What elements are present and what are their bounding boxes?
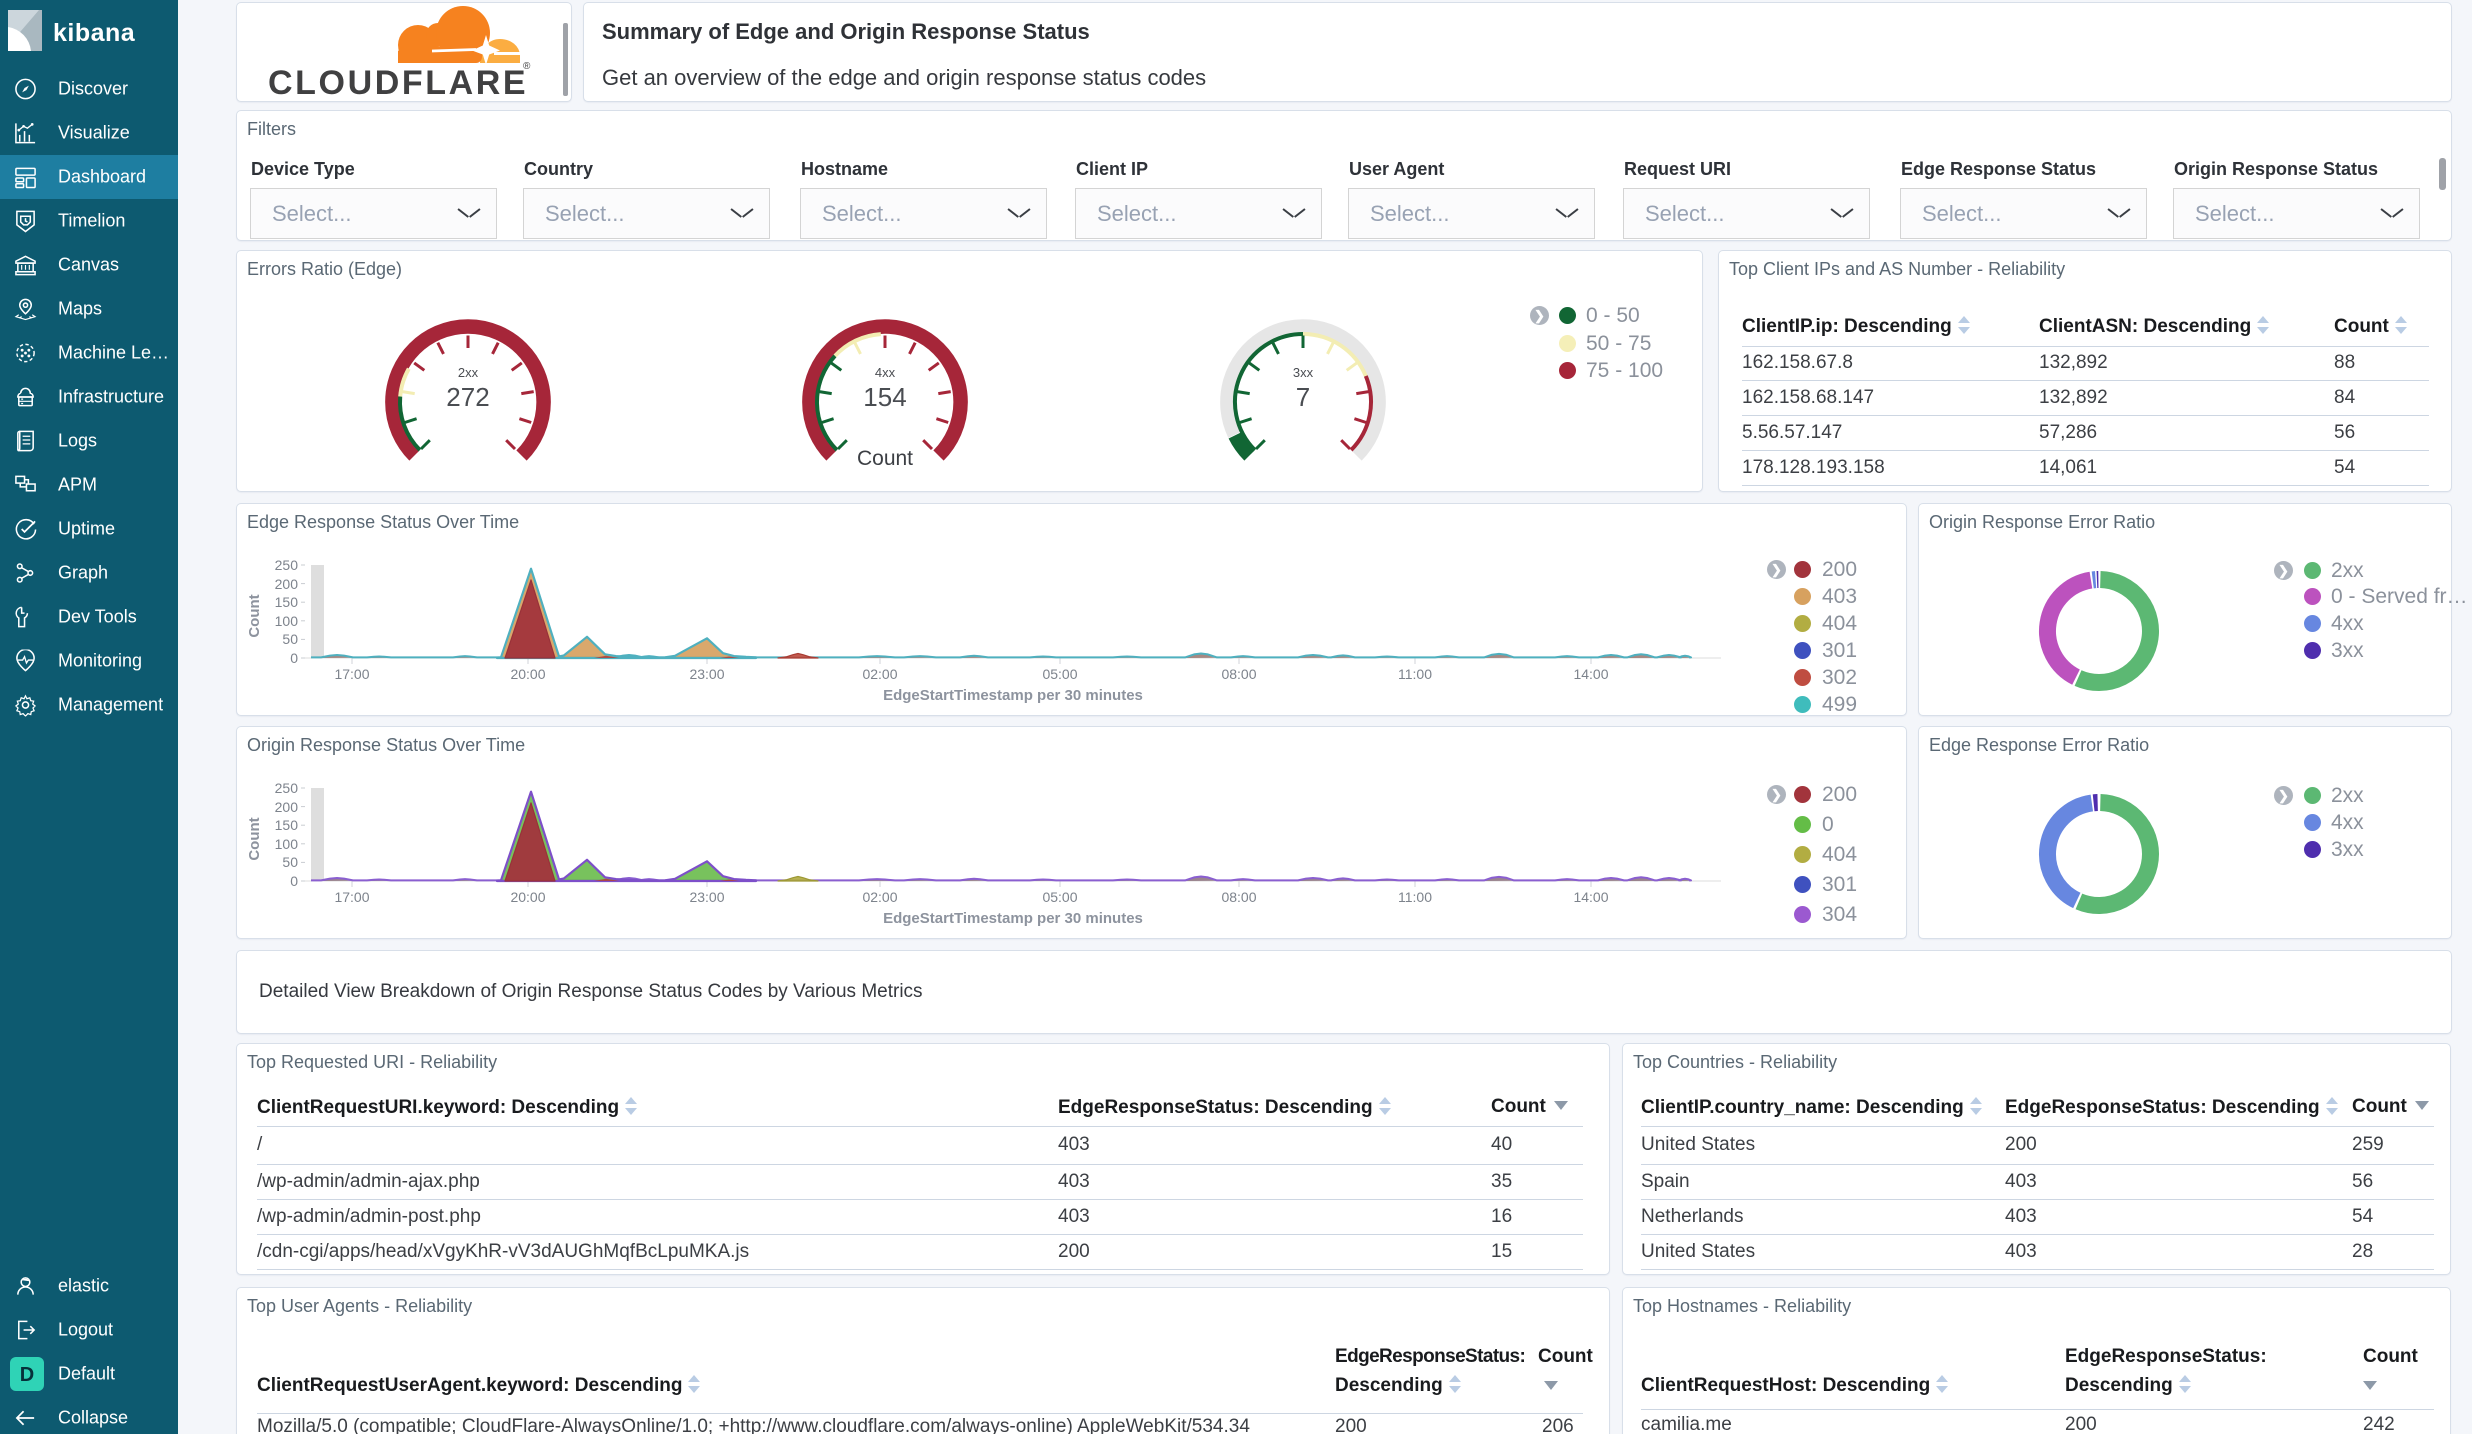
svg-text:EdgeStartTimestamp per 30 minu: EdgeStartTimestamp per 30 minutes [883,910,1143,927]
svg-text:17:00: 17:00 [334,889,369,905]
svg-text:11:00: 11:00 [1398,666,1432,682]
svg-text:200: 200 [275,576,299,592]
svg-text:0: 0 [290,873,298,889]
svg-text:50: 50 [282,854,298,870]
svg-text:05:00: 05:00 [1042,889,1077,905]
svg-text:200: 200 [275,799,299,815]
svg-text:50: 50 [282,631,298,647]
svg-text:08:00: 08:00 [1221,889,1256,905]
svg-text:20:00: 20:00 [510,666,545,682]
svg-text:20:00: 20:00 [510,889,545,905]
svg-text:CLOUDFLARE: CLOUDFLARE [268,64,528,99]
svg-text:®: ® [523,61,531,72]
svg-text:17:00: 17:00 [334,666,369,682]
svg-text:08:00: 08:00 [1221,666,1256,682]
svg-text:02:00: 02:00 [862,889,897,905]
svg-text:100: 100 [275,613,299,629]
svg-text:250: 250 [275,557,299,573]
svg-text:Count: Count [246,817,263,860]
svg-text:250: 250 [275,780,299,796]
svg-text:150: 150 [275,817,299,833]
svg-text:D: D [20,1364,34,1386]
svg-text:14:00: 14:00 [1573,889,1608,905]
svg-text:11:00: 11:00 [1398,889,1432,905]
svg-text:05:00: 05:00 [1042,666,1077,682]
svg-text:150: 150 [275,594,299,610]
svg-text:23:00: 23:00 [689,889,724,905]
svg-text:02:00: 02:00 [862,666,897,682]
svg-text:Count: Count [246,594,263,637]
svg-text:100: 100 [275,836,299,852]
svg-text:14:00: 14:00 [1573,666,1608,682]
svg-text:23:00: 23:00 [689,666,724,682]
svg-text:EdgeStartTimestamp per 30 minu: EdgeStartTimestamp per 30 minutes [883,687,1143,704]
svg-text:0: 0 [290,650,298,666]
